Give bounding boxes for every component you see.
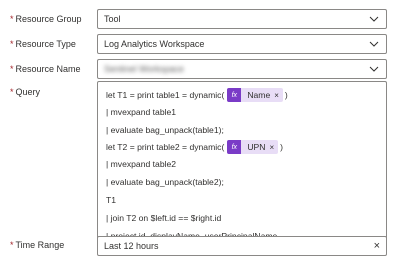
resource-group-label: * Resource Group — [10, 14, 82, 24]
required-marker: * — [10, 240, 14, 250]
required-marker: * — [10, 87, 14, 97]
chevron-down-icon — [368, 38, 380, 50]
query-line-1: let T1 = print table1 = dynamic( fx Name… — [106, 88, 288, 102]
dynamic-token-name[interactable]: fx Name × — [227, 88, 283, 102]
required-marker: * — [10, 39, 14, 49]
query-line-3: | evaluate bag_unpack(table1); — [106, 125, 224, 135]
time-range-label: * Time Range — [10, 240, 65, 250]
dynamic-token-upn[interactable]: fx UPN × — [227, 140, 279, 154]
resource-type-label: * Resource Type — [10, 39, 76, 49]
query-line-5: | mvexpand table2 — [106, 159, 177, 169]
query-line-8: | join T2 on $left.id == $right.id — [106, 213, 222, 223]
query-line-2: | mvexpand table1 — [106, 107, 177, 117]
resource-group-value: Tool — [104, 14, 121, 24]
function-icon: fx — [227, 88, 242, 102]
query-label: * Query — [10, 87, 41, 97]
resource-group-dropdown[interactable]: Tool — [97, 9, 387, 29]
time-range-dropdown[interactable]: Last 12 hours × — [97, 236, 387, 256]
function-icon: fx — [227, 140, 242, 154]
required-marker: * — [10, 64, 14, 74]
close-icon[interactable]: × — [274, 91, 283, 100]
resource-name-label: * Resource Name — [10, 64, 81, 74]
clear-icon[interactable]: × — [374, 240, 380, 252]
chevron-down-icon — [368, 13, 380, 25]
query-line-7: T1 — [106, 195, 117, 205]
query-line-6: | evaluate bag_unpack(table2); — [106, 177, 224, 187]
close-icon[interactable]: × — [269, 143, 278, 152]
resource-type-dropdown[interactable]: Log Analytics Workspace — [97, 34, 387, 54]
chevron-down-icon — [368, 63, 380, 75]
query-line-4: let T2 = print table2 = dynamic( fx UPN … — [106, 140, 284, 154]
resource-name-value: Sentinel Workspace — [104, 64, 184, 74]
resource-type-value: Log Analytics Workspace — [104, 39, 205, 49]
resource-name-dropdown[interactable]: Sentinel Workspace — [97, 59, 387, 79]
query-editor[interactable]: let T1 = print table1 = dynamic( fx Name… — [97, 81, 387, 250]
required-marker: * — [10, 14, 14, 24]
